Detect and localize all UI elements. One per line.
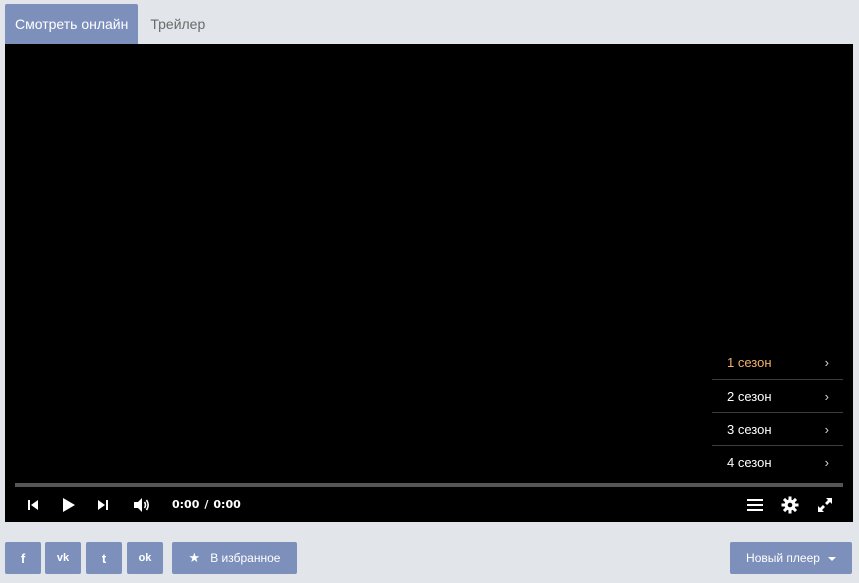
time-display: 0:00 / 0:00 — [172, 492, 241, 518]
duration: 0:00 — [213, 498, 241, 511]
chevron-right-icon: › — [824, 389, 829, 404]
season-list: 1 сезон › 2 сезон › 3 сезон › 4 сезон › — [712, 346, 843, 478]
season-label: 4 сезон — [727, 455, 772, 470]
star-icon: ★ — [188, 550, 201, 565]
tab-bar: Смотреть онлайн Трейлер — [5, 4, 215, 44]
play-icon — [63, 498, 75, 512]
new-player-label: Новый плеер — [746, 551, 820, 565]
playlist-button[interactable] — [744, 492, 766, 518]
season-item-4[interactable]: 4 сезон › — [712, 445, 843, 478]
vk-icon: vk — [56, 552, 70, 564]
share-vk-button[interactable]: vk — [45, 542, 81, 574]
odnoklassniki-icon: ok — [138, 552, 152, 564]
season-item-1[interactable]: 1 сезон › — [712, 346, 843, 379]
season-item-3[interactable]: 3 сезон › — [712, 412, 843, 445]
new-player-dropdown[interactable]: Новый плеер — [730, 542, 852, 574]
progress-bar[interactable] — [15, 483, 843, 487]
season-label: 2 сезон — [727, 389, 772, 404]
tab-trailer[interactable]: Трейлер — [138, 4, 215, 44]
chevron-right-icon: › — [824, 455, 829, 470]
fullscreen-icon — [818, 498, 832, 512]
share-twitter-button[interactable]: t — [86, 542, 122, 574]
volume-button[interactable] — [131, 492, 153, 518]
video-player[interactable]: 1 сезон › 2 сезон › 3 сезон › 4 сезон › — [5, 44, 853, 522]
skip-previous-icon — [28, 500, 38, 510]
chevron-right-icon: › — [824, 422, 829, 437]
volume-icon — [134, 498, 149, 512]
share-facebook-button[interactable]: f — [5, 542, 41, 574]
season-label: 3 сезон — [727, 422, 772, 437]
add-to-favorites-button[interactable]: ★ В избранное — [172, 542, 297, 574]
tab-watch-online[interactable]: Смотреть онлайн — [5, 4, 139, 44]
control-bar: 0:00 / 0:00 — [5, 492, 853, 518]
gear-icon — [781, 496, 799, 514]
settings-button[interactable] — [779, 492, 801, 518]
fullscreen-button[interactable] — [814, 492, 836, 518]
season-label: 1 сезон — [727, 355, 772, 370]
list-icon — [747, 499, 763, 511]
play-button[interactable] — [58, 492, 78, 518]
previous-button[interactable] — [23, 492, 43, 518]
chevron-right-icon: › — [824, 355, 829, 370]
caret-down-icon — [827, 556, 836, 561]
facebook-icon: f — [20, 550, 26, 566]
twitter-icon: t — [101, 550, 107, 566]
next-button[interactable] — [93, 492, 113, 518]
skip-next-icon — [98, 500, 108, 510]
current-time: 0:00 — [172, 498, 200, 511]
time-separator: / — [204, 498, 209, 511]
share-odnoklassniki-button[interactable]: ok — [127, 542, 163, 574]
season-item-2[interactable]: 2 сезон › — [712, 379, 843, 412]
favorites-label: В избранное — [210, 551, 281, 565]
